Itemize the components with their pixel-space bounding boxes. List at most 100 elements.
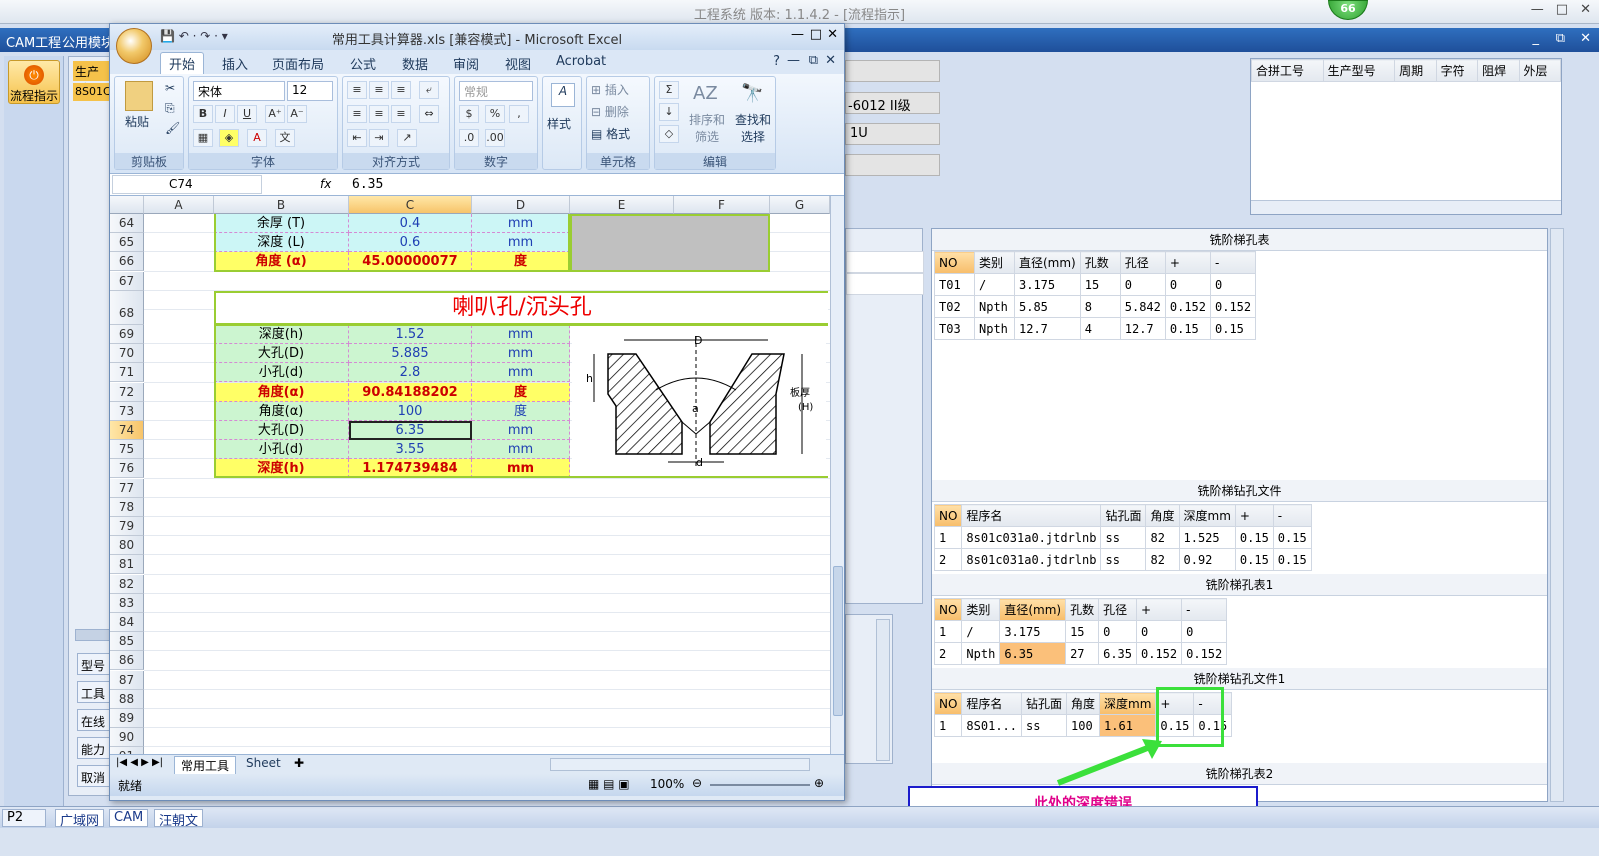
merge-job-grid[interactable]: 合拼工号 生产型号 周期 字符 阻焊 外层 [1250, 58, 1562, 215]
row-header[interactable]: 70 [110, 344, 144, 364]
left-button-model[interactable]: 型号 [77, 653, 111, 675]
col-merge-job[interactable]: 合拼工号 [1251, 59, 1324, 82]
orientation-icon[interactable]: ↗ [397, 129, 417, 147]
sheet-vscroll[interactable] [830, 196, 844, 754]
vscroll-thumb[interactable] [833, 566, 843, 716]
table-cell[interactable]: 1.61 [1099, 714, 1157, 737]
table-cell[interactable]: 5.85 [1014, 295, 1081, 318]
table-cell[interactable]: 3.175 [999, 620, 1067, 643]
percent-icon[interactable]: % [485, 105, 505, 123]
fx-icon[interactable]: fx [320, 177, 331, 191]
table-cell[interactable]: 0.15 [1164, 317, 1212, 340]
cell-c73[interactable]: 100 [349, 401, 472, 421]
bold-icon[interactable]: B [193, 105, 213, 123]
office-button[interactable] [116, 28, 152, 64]
row-header[interactable]: 78 [110, 497, 144, 517]
table-header[interactable]: 深度mm [1099, 692, 1157, 715]
row-header[interactable]: 71 [110, 363, 144, 383]
underline-icon[interactable]: U [237, 105, 257, 123]
excel-minimize-icon[interactable]: — [791, 27, 804, 42]
tab-acrobat[interactable]: Acrobat [556, 54, 606, 69]
table-header[interactable]: + [1135, 598, 1183, 621]
align-center-icon[interactable]: ≡ [369, 105, 389, 123]
col-char[interactable]: 字符 [1435, 59, 1479, 82]
zoom-out-icon[interactable]: ⊖ [692, 776, 702, 790]
taskbar-wan[interactable]: 广域网 [55, 809, 105, 829]
table-cell[interactable]: 1.525 [1178, 526, 1236, 549]
table-cell[interactable]: ss [1020, 714, 1068, 737]
cell-c66[interactable]: 45.00000077 [349, 252, 472, 272]
row-header[interactable]: 66 [110, 252, 144, 272]
table-header[interactable]: 直径(mm) [999, 598, 1067, 621]
format-painter-icon[interactable]: 🖌 [165, 121, 180, 135]
col-header-b[interactable]: B [214, 196, 349, 214]
table-header[interactable]: 深度mm [1178, 504, 1236, 527]
menu-common[interactable]: 公用模块 [62, 32, 114, 51]
cell-c70[interactable]: 5.885 [349, 344, 472, 364]
row-header[interactable]: 85 [110, 632, 144, 652]
fill-color-icon[interactable]: ◈ [219, 129, 239, 147]
table-row[interactable]: 2 8s01c031a0.jtdrlnb ss 82 0.92 0.15 0.15 [933, 548, 1312, 571]
font-color-icon[interactable]: A [247, 129, 267, 147]
cell-d74[interactable]: mm [472, 421, 570, 440]
shrink-font-icon[interactable]: A⁻ [287, 105, 307, 123]
table-cell[interactable]: 6.35 [999, 642, 1067, 665]
table-header[interactable]: 类别 [974, 251, 1015, 274]
table-cell[interactable]: 4 [1079, 317, 1121, 340]
delete-cells-button[interactable]: ⊟ 删除 [591, 103, 629, 120]
sheet-nav-icons[interactable]: |◀ ◀ ▶ ▶| [116, 757, 163, 768]
italic-icon[interactable]: I [215, 105, 235, 123]
formula-input[interactable]: 6.35 [352, 177, 383, 192]
row-header[interactable]: 76 [110, 459, 144, 479]
excel-window[interactable]: 常用工具计算器.xls [兼容模式] - Microsoft Excel 💾 ↶… [109, 23, 845, 801]
col-header-c[interactable]: C [349, 196, 472, 214]
table-cell[interactable]: T03 [934, 317, 975, 340]
table-header[interactable]: NO [933, 692, 963, 715]
table-header[interactable]: NO [934, 251, 975, 274]
row-header[interactable]: 80 [110, 536, 144, 556]
left-button-capability[interactable]: 能力 [77, 737, 111, 759]
table-cell[interactable]: 82 [1145, 548, 1180, 571]
row-header[interactable]: 68 [110, 290, 144, 325]
table3[interactable]: NO 类别 直径(mm) 孔数 孔径 + -1/3.175 15 0 0 0 2 Npth 6.35 27 6… [933, 598, 1228, 665]
font-name-field[interactable]: 宋体 [193, 81, 285, 101]
table-cell[interactable]: 2 [933, 548, 963, 571]
find-icon[interactable]: 🔭 [741, 83, 763, 104]
cell-c65[interactable]: 0.6 [349, 233, 472, 253]
table-header[interactable]: + [1234, 504, 1274, 527]
row-header[interactable]: 73 [110, 401, 144, 421]
align-left-icon[interactable]: ≡ [347, 105, 367, 123]
tab-formula[interactable]: 公式 [350, 54, 376, 73]
find-select-button[interactable]: 查找和 选择 [735, 111, 771, 145]
mdi-minimize-icon[interactable]: _ [1533, 31, 1540, 46]
table-cell[interactable]: Npth [961, 642, 1001, 665]
view-buttons[interactable]: ▦ ▤ ▣ [588, 777, 630, 791]
row-header[interactable]: 84 [110, 613, 144, 632]
table-row[interactable]: 1 8s01c031a0.jtdrlnb ss 82 1.525 0.15 0.15 [933, 526, 1312, 549]
name-box[interactable]: C74 [112, 175, 262, 194]
grow-font-icon[interactable]: A⁺ [265, 105, 285, 123]
zoom-slider[interactable] [710, 784, 810, 786]
cell-d76[interactable]: mm [472, 459, 570, 479]
table-header[interactable]: 钻孔面 [1020, 692, 1068, 715]
row-header[interactable]: 75 [110, 440, 144, 460]
cell-b73[interactable]: 角度(α) [214, 401, 349, 421]
table-header[interactable]: 角度 [1066, 692, 1101, 715]
table-cell[interactable]: ss [1100, 548, 1147, 571]
cell-d64[interactable]: mm [472, 214, 570, 233]
fill-icon[interactable]: ↓ [659, 103, 679, 121]
align-middle-icon[interactable]: ≡ [369, 81, 389, 99]
table-cell[interactable]: 8 [1079, 295, 1121, 318]
table-cell[interactable]: 0 [1119, 273, 1166, 296]
left-button-tool[interactable]: 工具 [77, 681, 111, 703]
flow-button[interactable]: ⏻ 流程指示 [8, 60, 60, 104]
col-header-a[interactable]: A [144, 196, 214, 214]
table-cell[interactable]: 0.92 [1178, 548, 1236, 571]
align-bottom-icon[interactable]: ≡ [391, 81, 411, 99]
row-header[interactable]: 90 [110, 728, 144, 748]
insert-cells-button[interactable]: ⊞ 插入 [591, 81, 629, 98]
table2[interactable]: NO 程序名 钻孔面 角度 深度mm + - 1 8s01c031a0.jtdrlnb ss 82 1… [933, 504, 1312, 571]
table-header[interactable]: - [1181, 598, 1228, 621]
mdi-restore-icon[interactable]: ⧉ [1556, 31, 1565, 46]
table-header[interactable]: NO [933, 598, 963, 621]
